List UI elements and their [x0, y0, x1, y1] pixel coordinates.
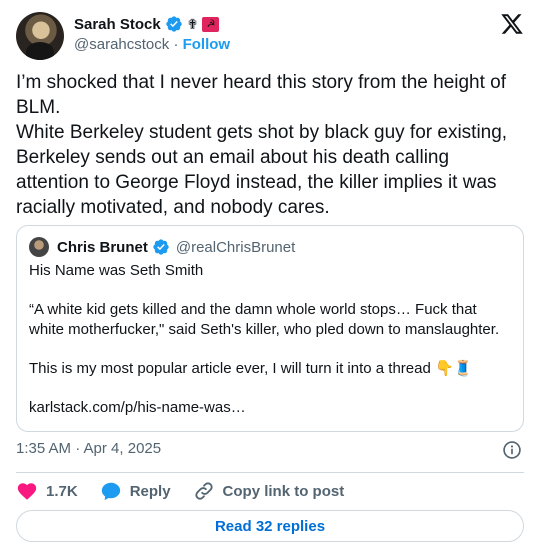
quoted-author-handle: @realChrisBrunet: [175, 238, 296, 256]
heart-icon: [17, 483, 37, 500]
reply-bubble-icon: [101, 482, 120, 501]
divider: [16, 472, 524, 473]
tweet-text: I’m shocked that I never heard this stor…: [16, 72, 508, 218]
action-bar: 1.7K Reply Copy link to post: [16, 478, 344, 504]
like-count: 1.7K: [46, 482, 78, 500]
author-avatar[interactable]: [16, 12, 64, 60]
like-button[interactable]: 1.7K: [16, 480, 78, 502]
follow-button[interactable]: Follow: [183, 36, 231, 53]
quoted-tweet-text: His Name was Seth Smith “A white kid get…: [29, 262, 500, 416]
reply-button[interactable]: Reply: [100, 480, 171, 502]
copy-link-label: Copy link to post: [222, 482, 345, 500]
verified-icon: [153, 239, 169, 255]
quoted-tweet[interactable]: Chris Brunet @realChrisBrunet His Name w…: [16, 225, 524, 432]
reply-label: Reply: [129, 482, 171, 500]
author-handle-row: @sarahcstock · Follow: [74, 36, 230, 53]
author-name[interactable]: Sarah Stock: [74, 16, 161, 33]
read-replies-button[interactable]: Read 32 replies: [16, 510, 524, 542]
info-icon[interactable]: [502, 440, 522, 460]
copy-link-button[interactable]: Copy link to post: [193, 480, 345, 502]
link-icon: [194, 482, 213, 500]
quoted-tweet-header: Chris Brunet @realChrisBrunet: [29, 236, 511, 258]
handle-separator: ·: [173, 36, 179, 53]
tweet-timestamp[interactable]: 1:35 AM · Apr 4, 2025: [16, 440, 161, 457]
author-name-row: Sarah Stock ✟ ☭: [74, 15, 220, 33]
flag-icon: ☭: [202, 16, 220, 32]
verified-icon: [166, 16, 182, 32]
author-handle[interactable]: @sarahcstock: [74, 36, 169, 53]
tweet-header: Sarah Stock ✟ ☭ @sarahcstock · Follow: [16, 12, 524, 60]
x-logo-icon[interactable]: [500, 12, 524, 36]
quoted-author-avatar: [29, 237, 49, 257]
quoted-author-name: Chris Brunet: [57, 238, 148, 256]
cross-icon: ✟: [186, 16, 199, 32]
